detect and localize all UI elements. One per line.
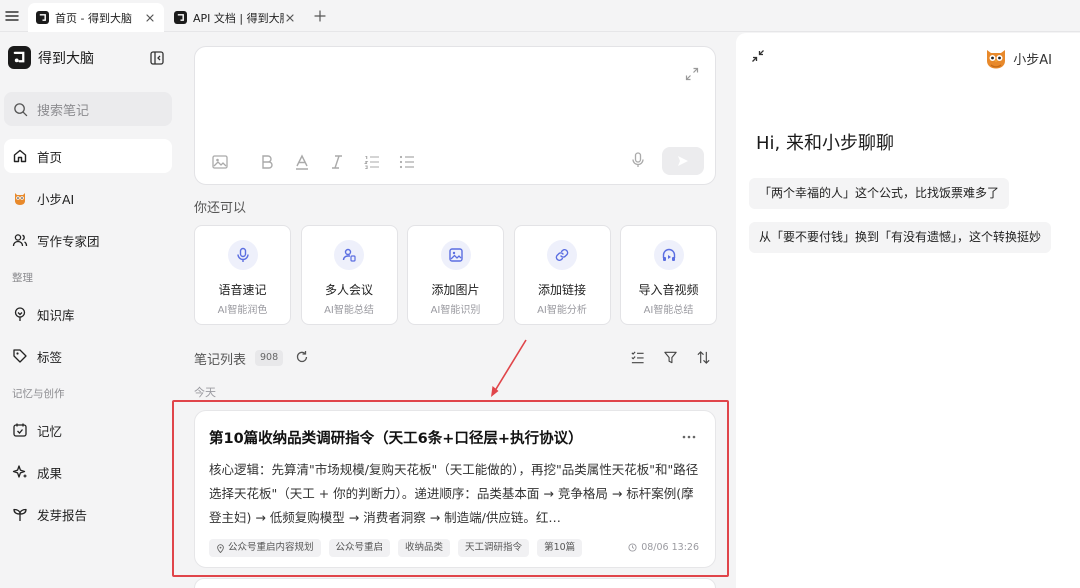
notes-list-header: 笔记列表 908 <box>194 347 716 369</box>
sparkle-icon <box>11 463 29 481</box>
quick-actions: 语音速记 AI智能润色 多人会议 AI智能总结 添加图片 AI智能识别 添加链接… <box>194 225 717 325</box>
media-icon <box>653 240 684 270</box>
note-tag[interactable]: 天工调研指令 <box>458 539 530 557</box>
sidebar-item-writing-experts[interactable]: 写作专家团 <box>4 223 172 257</box>
expand-icon[interactable] <box>685 67 699 81</box>
link-icon <box>547 240 577 270</box>
note-tag[interactable]: 第10篇 <box>537 539 583 557</box>
ai-brand: 小步AI <box>984 46 1052 70</box>
brand[interactable]: 得到大脑 <box>8 46 94 69</box>
search-icon <box>14 102 28 116</box>
image-icon <box>440 240 471 270</box>
suggestion-chip[interactable]: 「两个幸福的人」这个公式，比找饭票难多了 <box>749 178 1010 209</box>
search-input[interactable]: 搜索笔记 <box>4 92 172 126</box>
refresh-icon[interactable] <box>295 350 309 364</box>
brand-name: 得到大脑 <box>38 50 94 67</box>
tab-home[interactable]: 首页 - 得到大脑 <box>28 3 164 32</box>
menu-icon[interactable] <box>4 8 20 24</box>
sidebar-item-home[interactable]: 首页 <box>4 139 172 173</box>
quick-action-add-link[interactable]: 添加链接 AI智能分析 <box>513 225 611 325</box>
ai-name: 小步AI <box>1013 52 1052 68</box>
quick-action-add-image[interactable]: 添加图片 AI智能识别 <box>407 225 504 325</box>
browser-tab-bar: 首页 - 得到大脑 API 文档 | 得到大脑 <box>0 0 1080 32</box>
close-icon[interactable] <box>284 12 296 24</box>
sidebar-item-tags[interactable]: 标签 <box>4 339 172 373</box>
editor-toolbar <box>211 153 433 171</box>
home-icon <box>11 147 29 165</box>
app-logo-icon <box>174 11 187 24</box>
filter-icon[interactable] <box>663 350 678 365</box>
knowledge-icon <box>11 305 29 323</box>
day-label: 今天 <box>194 386 216 399</box>
suggestion-chip[interactable]: 从「要不要付钱」换到「有没有遗憾」，这个转换挺妙 <box>749 222 1052 253</box>
section-label-memory-create: 记忆与创作 <box>12 388 65 400</box>
quick-action-meeting[interactable]: 多人会议 AI智能总结 <box>300 225 398 325</box>
owl-icon <box>11 189 29 207</box>
bullet-list-icon[interactable] <box>398 153 416 171</box>
quick-action-import-media[interactable]: 导入音视频 AI智能总结 <box>620 225 717 325</box>
note-card[interactable]: 第10篇收纳品类调研指令（天工6条+口径层+执行协议） 核心逻辑：先算清"市场规… <box>194 410 716 568</box>
section-label-organize: 整理 <box>12 272 33 284</box>
sidebar-collapse-icon[interactable] <box>150 51 164 65</box>
note-tags: 公众号重启内容规划 公众号重启 收纳品类 天工调研指令 第10篇 <box>209 539 590 557</box>
checklist-icon[interactable] <box>630 350 645 365</box>
close-icon[interactable] <box>144 12 156 24</box>
send-button[interactable] <box>662 147 704 175</box>
quick-actions-title: 你还可以 <box>194 201 247 216</box>
people-icon <box>11 231 29 249</box>
memory-icon <box>11 421 29 439</box>
sidebar: 得到大脑 搜索笔记 首页 小步AI 写作专家团 整理 知识库 标签 记忆与创作 … <box>0 33 180 588</box>
shrink-icon[interactable] <box>751 49 765 63</box>
more-icon[interactable] <box>681 429 697 445</box>
note-title: 第10篇收纳品类调研指令（天工6条+口径层+执行协议） <box>209 431 583 447</box>
send-icon <box>678 156 688 166</box>
numbered-list-icon[interactable] <box>363 153 381 171</box>
note-card[interactable] <box>194 578 716 588</box>
clock-icon <box>628 543 637 552</box>
tab-title: 首页 - 得到大脑 <box>55 11 132 25</box>
bold-icon[interactable] <box>258 153 276 171</box>
ai-greeting: Hi, 来和小步聊聊 <box>756 133 894 154</box>
notes-toolbar <box>612 350 711 365</box>
microphone-icon[interactable] <box>629 151 647 169</box>
meeting-icon <box>334 240 364 270</box>
app-logo-icon <box>36 11 49 24</box>
note-body: 核心逻辑：先算清"市场规模/复购天花板"（天工能做的），再挖"品类属性天花板"和… <box>209 462 699 525</box>
text-color-icon[interactable] <box>293 153 311 171</box>
sidebar-item-xiaobu-ai[interactable]: 小步AI <box>4 181 172 215</box>
tab-title: API 文档 | 得到大脑 <box>193 11 284 25</box>
owl-icon <box>987 50 1006 69</box>
image-icon[interactable] <box>211 153 229 171</box>
annotation-arrow <box>491 339 527 397</box>
tab-api-docs[interactable]: API 文档 | 得到大脑 <box>166 3 304 32</box>
notes-list-title: 笔记列表 <box>194 353 247 368</box>
sidebar-item-achievements[interactable]: 成果 <box>4 455 172 489</box>
sort-icon[interactable] <box>696 350 711 365</box>
note-editor[interactable] <box>194 46 716 185</box>
notes-count-badge: 908 <box>255 350 284 366</box>
location-pin-icon <box>217 543 224 553</box>
note-tag[interactable]: 公众号重启 <box>328 539 391 557</box>
app-logo-icon <box>8 46 31 69</box>
ai-chat-panel: 小步AI Hi, 来和小步聊聊 「两个幸福的人」这个公式，比找饭票难多了 从「要… <box>736 33 1080 588</box>
sidebar-item-sprout-report[interactable]: 发芽报告 <box>4 497 172 531</box>
quick-action-voice-note[interactable]: 语音速记 AI智能润色 <box>194 225 291 325</box>
tag-icon <box>11 347 29 365</box>
italic-icon[interactable] <box>328 153 346 171</box>
new-tab-icon[interactable] <box>313 9 327 23</box>
note-tag[interactable]: 收纳品类 <box>398 539 451 557</box>
microphone-icon <box>227 240 258 270</box>
note-tag[interactable]: 公众号重启内容规划 <box>209 539 321 557</box>
note-timestamp: 08/06 13:26 <box>628 542 699 553</box>
sprout-icon <box>11 505 29 523</box>
search-placeholder: 搜索笔记 <box>37 103 90 119</box>
sidebar-item-knowledge-base[interactable]: 知识库 <box>4 297 172 331</box>
sidebar-item-memory[interactable]: 记忆 <box>4 413 172 447</box>
